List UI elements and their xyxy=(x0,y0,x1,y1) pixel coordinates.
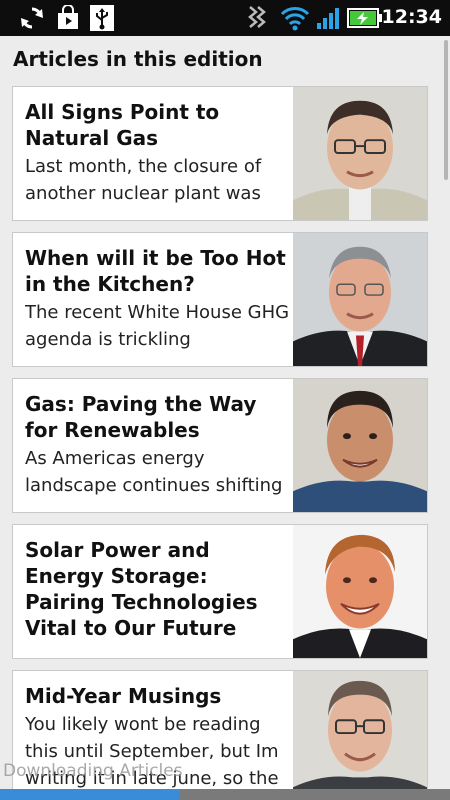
article-card[interactable]: When will it be Too Hot in the Kitchen? … xyxy=(12,232,428,367)
vibrate-icon xyxy=(248,6,266,28)
article-snippet: The recent White House GHG agenda is tri… xyxy=(25,302,290,350)
article-title: Solar Power and Energy Storage: Pairing … xyxy=(25,538,258,640)
download-status: Downloading Articles xyxy=(0,756,450,800)
article-card[interactable]: All Signs Point to Natural Gas Last mont… xyxy=(12,86,428,221)
clock: 12:34 xyxy=(381,6,442,28)
author-photo xyxy=(293,379,427,512)
scrollbar[interactable] xyxy=(444,40,448,180)
wifi-icon xyxy=(280,7,310,31)
progress-fill xyxy=(0,789,180,800)
article-title: Mid-Year Musings xyxy=(25,684,222,708)
battery-charging-icon xyxy=(347,8,382,28)
author-photo xyxy=(293,87,427,220)
article-snippet: Last month, the closure of another nucle… xyxy=(25,156,262,204)
status-bar: 12:34 xyxy=(0,0,450,36)
article-title: All Signs Point to Natural Gas xyxy=(25,100,220,150)
page-title: Articles in this edition xyxy=(13,47,263,71)
article-snippet: As Americas energy landscape continues s… xyxy=(25,448,283,496)
progress-track xyxy=(0,789,450,800)
download-label: Downloading Articles xyxy=(3,761,183,781)
article-card[interactable]: Solar Power and Energy Storage: Pairing … xyxy=(12,524,428,659)
usb-icon xyxy=(90,5,114,31)
article-card[interactable]: Gas: Paving the Way for Renewables As Am… xyxy=(12,378,428,513)
author-photo xyxy=(293,525,427,658)
author-photo xyxy=(293,233,427,366)
article-title: Gas: Paving the Way for Renewables xyxy=(25,392,257,442)
sync-icon xyxy=(21,7,43,29)
article-title: When will it be Too Hot in the Kitchen? xyxy=(25,246,286,296)
shopping-bag-icon xyxy=(58,5,78,29)
signal-icon xyxy=(317,8,339,29)
